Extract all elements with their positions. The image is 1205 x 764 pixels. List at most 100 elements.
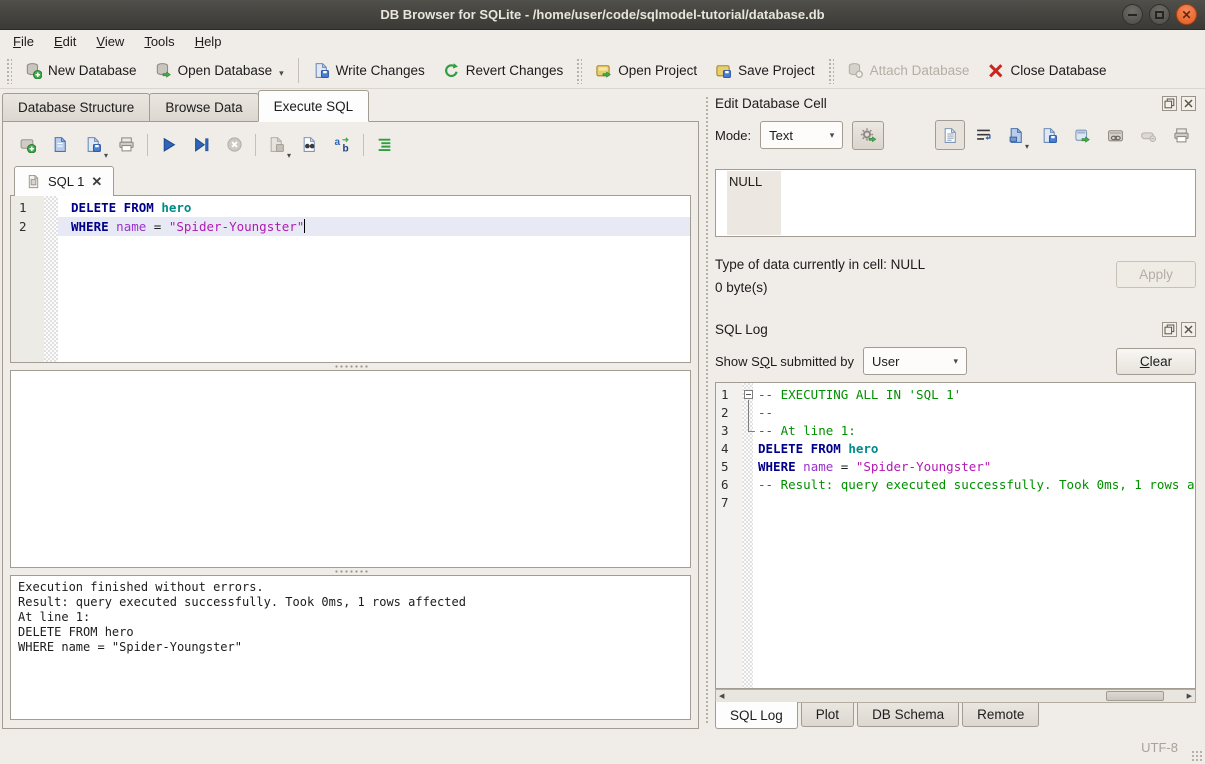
save-sql-file-button[interactable]: ▾ [80, 132, 106, 157]
log-line[interactable]: 6-- Result: query executed successfully.… [716, 476, 1195, 494]
code-line [756, 494, 1195, 512]
toolbar-handle[interactable] [576, 58, 582, 84]
tab-database-structure[interactable]: Database Structure [2, 93, 150, 122]
fold-marker-cell [742, 422, 756, 440]
clear-log-button[interactable]: Clear [1116, 348, 1196, 375]
minimize-button[interactable] [1122, 4, 1143, 25]
tab-db-schema[interactable]: DB Schema [857, 703, 959, 727]
results-grid[interactable] [10, 370, 691, 568]
print-cell-button[interactable] [1166, 120, 1196, 150]
sql-editor[interactable]: 1DELETE FROM hero2WHERE name = "Spider-Y… [10, 195, 691, 363]
export-data-button[interactable] [1067, 120, 1097, 150]
dock-resize-handle[interactable] [705, 96, 710, 725]
tab-plot[interactable]: Plot [801, 703, 854, 727]
word-wrap-button[interactable] [968, 120, 998, 150]
image-link-button[interactable] [1100, 120, 1130, 150]
log-line[interactable]: 2-- [716, 404, 1195, 422]
token-id: name [803, 459, 833, 474]
chevron-down-icon[interactable]: ▾ [287, 151, 291, 160]
fold-marker-cell[interactable] [742, 386, 756, 404]
import-data-button[interactable]: ▾ [1001, 120, 1031, 150]
token-str: "Spider-Youngster" [169, 219, 304, 234]
log-line[interactable]: 3-- At line 1: [716, 422, 1195, 440]
results-log-splitter[interactable] [10, 568, 691, 575]
main-tab-bar: Database StructureBrowse DataExecute SQL [0, 90, 703, 122]
attach-database-button: Attach Database [838, 57, 979, 84]
token-id: name [116, 219, 146, 234]
float-log-dock-button[interactable] [1162, 322, 1177, 337]
mode-combobox[interactable]: Text ▾ [760, 121, 843, 149]
close-database-button[interactable]: Close Database [978, 57, 1115, 84]
open-sql-file-button[interactable] [47, 132, 73, 157]
submitter-combobox[interactable]: User ▾ [863, 347, 967, 375]
chevron-down-icon[interactable]: ▾ [279, 68, 284, 79]
close-sql-tab-icon[interactable]: ✕ [91, 174, 102, 190]
new-sql-tab-button[interactable] [14, 132, 40, 157]
menu-help[interactable]: Help [185, 32, 232, 51]
write-changes-icon [313, 62, 330, 79]
token-kw: WHERE [71, 219, 109, 234]
menu-view[interactable]: View [86, 32, 134, 51]
execution-log[interactable]: Execution finished without errors. Resul… [10, 575, 691, 720]
log-horizontal-scrollbar[interactable]: ◀ ▶ [715, 689, 1196, 703]
print-sql-icon [118, 136, 135, 153]
auto-apply-button[interactable] [852, 121, 884, 150]
text-mode-button[interactable] [935, 120, 965, 150]
set-null-button[interactable] [1133, 120, 1163, 150]
sql-doc-tab-bar: SQL 1 ✕ [10, 164, 691, 195]
scrollbar-thumb[interactable] [1106, 691, 1164, 701]
maximize-button[interactable] [1149, 4, 1170, 25]
text-cursor [304, 219, 305, 233]
token-cm: -- EXECUTING ALL IN 'SQL 1' [758, 387, 961, 402]
execute-all-button[interactable] [155, 132, 181, 157]
log-line[interactable]: 1-- EXECUTING ALL IN 'SQL 1' [716, 386, 1195, 404]
save-project-button[interactable]: Save Project [706, 57, 824, 84]
token-kw: DELETE FROM [71, 200, 154, 215]
float-dock-button[interactable] [1162, 96, 1177, 111]
code-line[interactable]: DELETE FROM hero [58, 198, 690, 217]
menu-tools[interactable]: Tools [134, 32, 184, 51]
tab-sql-log[interactable]: SQL Log [715, 702, 798, 729]
close-dock-button[interactable] [1181, 96, 1196, 111]
toolbar-handle[interactable] [828, 58, 834, 84]
chevron-down-icon[interactable]: ▾ [1025, 142, 1029, 151]
format-sql-button[interactable] [371, 132, 397, 157]
chevron-down-icon[interactable]: ▾ [104, 151, 108, 160]
maximize-icon [1155, 11, 1164, 19]
save-data-button[interactable] [1034, 120, 1064, 150]
editor-line[interactable]: 2WHERE name = "Spider-Youngster" [11, 217, 690, 236]
log-line[interactable]: 4DELETE FROM hero [716, 440, 1195, 458]
token-tbl: hero [161, 200, 191, 215]
resize-grip[interactable] [1191, 750, 1202, 761]
titlebar[interactable]: DB Browser for SQLite - /home/user/code/… [0, 0, 1205, 30]
scroll-left-icon[interactable]: ◀ [719, 692, 724, 700]
close-log-dock-button[interactable] [1181, 322, 1196, 337]
execute-current-line-button[interactable] [188, 132, 214, 157]
menu-file[interactable]: File [3, 32, 44, 51]
find-in-sql-button[interactable] [296, 132, 322, 157]
code-line[interactable]: WHERE name = "Spider-Youngster" [58, 217, 690, 236]
revert-changes-button[interactable]: Revert Changes [434, 57, 573, 84]
sql-log-view[interactable]: 1-- EXECUTING ALL IN 'SQL 1'2--3-- At li… [715, 382, 1196, 689]
fold-collapse-icon[interactable] [744, 390, 753, 399]
window-title: DB Browser for SQLite - /home/user/code/… [380, 7, 824, 22]
menu-edit[interactable]: Edit [44, 32, 86, 51]
toolbar-handle[interactable] [6, 58, 12, 84]
close-button[interactable]: ✕ [1176, 4, 1197, 25]
open-project-button[interactable]: Open Project [586, 57, 706, 84]
scroll-right-icon[interactable]: ▶ [1187, 692, 1192, 700]
log-line[interactable]: 5WHERE name = "Spider-Youngster" [716, 458, 1195, 476]
log-line[interactable]: 7 [716, 494, 1195, 512]
tab-remote[interactable]: Remote [962, 703, 1039, 727]
editor-line[interactable]: 1DELETE FROM hero [11, 198, 690, 217]
replace-in-sql-button[interactable]: ab [329, 132, 355, 157]
editor-results-splitter[interactable] [10, 363, 691, 370]
write-changes-button[interactable]: Write Changes [304, 57, 434, 84]
apply-button[interactable]: Apply [1116, 261, 1196, 288]
tab-browse-data[interactable]: Browse Data [149, 93, 258, 122]
cell-content-editor[interactable]: NULL [715, 169, 1196, 237]
new-database-button[interactable]: New Database [16, 57, 146, 84]
tab-execute-sql[interactable]: Execute SQL [258, 90, 370, 122]
sql-doc-tab[interactable]: SQL 1 ✕ [14, 166, 114, 196]
open-database-button[interactable]: Open Database▾ [146, 57, 293, 84]
